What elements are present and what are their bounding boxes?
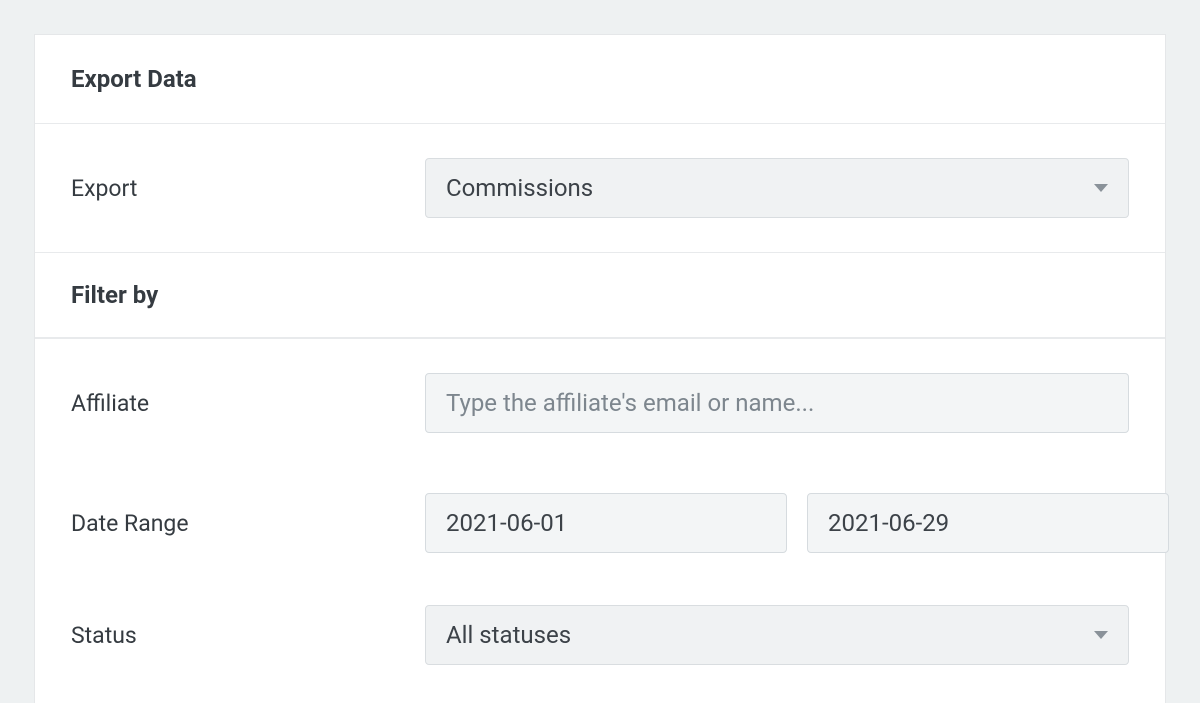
status-select-value: All statuses	[446, 621, 571, 649]
affiliate-label: Affiliate	[71, 390, 149, 417]
export-label-col: Export	[71, 175, 401, 202]
export-data-title: Export Data	[71, 65, 1129, 93]
filter-by-header: Filter by	[35, 253, 1165, 338]
date-range-row: Date Range	[35, 467, 1165, 579]
export-data-panel: Export Data Export Commissions Filter by…	[34, 34, 1166, 703]
date-from-input[interactable]	[425, 493, 787, 553]
affiliate-row: Affiliate	[35, 339, 1165, 467]
filter-by-title: Filter by	[71, 281, 1129, 309]
date-to-input[interactable]	[807, 493, 1169, 553]
export-select-value: Commissions	[446, 174, 593, 202]
export-row: Export Commissions	[35, 124, 1165, 252]
status-label-col: Status	[71, 622, 401, 649]
export-data-header: Export Data	[35, 35, 1165, 124]
date-range-label: Date Range	[71, 510, 189, 537]
export-label: Export	[71, 175, 137, 202]
export-select[interactable]: Commissions	[425, 158, 1129, 218]
export-input-col: Commissions	[425, 158, 1129, 218]
status-label: Status	[71, 622, 137, 649]
caret-down-icon	[1094, 631, 1108, 639]
date-range-label-col: Date Range	[71, 510, 401, 537]
date-range-input-col	[425, 493, 1169, 553]
status-input-col: All statuses	[425, 605, 1129, 665]
affiliate-input[interactable]	[425, 373, 1129, 433]
caret-down-icon	[1094, 184, 1108, 192]
status-select[interactable]: All statuses	[425, 605, 1129, 665]
affiliate-input-col	[425, 373, 1129, 433]
status-row: Status All statuses	[35, 579, 1165, 691]
affiliate-label-col: Affiliate	[71, 390, 401, 417]
